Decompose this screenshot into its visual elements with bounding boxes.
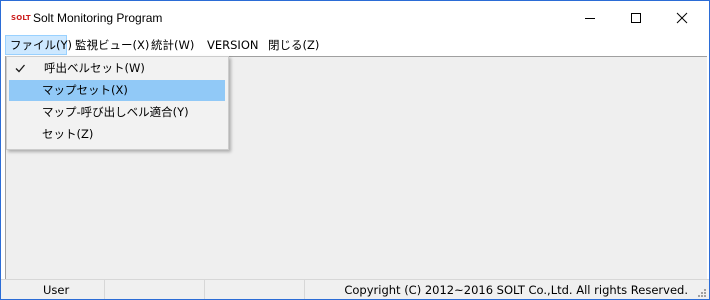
status-copyright: Copyright (C) 2012~2016 SOLT Co.,Ltd. Al… <box>344 283 688 297</box>
menu-monitor-view[interactable]: 監視ビュー(X) <box>71 35 153 55</box>
menu-item-bell-set[interactable]: 呼出ベルセット(W) <box>9 58 225 79</box>
window-title: Solt Monitoring Program <box>33 11 163 25</box>
menu-statistics[interactable]: 統計(W) <box>147 35 198 55</box>
menu-file[interactable]: ファイル(Y) <box>5 35 72 55</box>
menu-item-set[interactable]: セット(Z) <box>9 124 225 145</box>
menu-version[interactable]: VERSION <box>203 35 262 55</box>
menu-bar: ファイル(Y) 監視ビュー(X) 統計(W) VERSION 閉じる(Z) <box>1 35 709 55</box>
main-window: SOLT Solt Monitoring Program ファイル(Y) 監視ビ… <box>0 0 710 300</box>
menu-item-map-bell-match[interactable]: マップ-呼び出しベル適合(Y) <box>9 102 225 123</box>
menu-close[interactable]: 閉じる(Z) <box>264 35 323 55</box>
minimize-button[interactable] <box>567 1 613 34</box>
close-button[interactable] <box>659 1 705 34</box>
status-panel-user: User <box>1 280 105 299</box>
minimize-icon <box>585 17 595 19</box>
maximize-button[interactable] <box>613 1 659 34</box>
status-panel <box>105 280 205 299</box>
menu-item-label: マップ-呼び出しベル適合(Y) <box>42 105 189 119</box>
menu-item-label: セット(Z) <box>42 127 94 141</box>
status-user: User <box>43 283 70 297</box>
status-bar: User Copyright (C) 2012~2016 SOLT Co.,Lt… <box>1 279 709 299</box>
resize-grip-icon[interactable] <box>697 288 707 298</box>
check-icon <box>15 64 25 73</box>
menu-item-label: 呼出ベルセット(W) <box>44 61 145 75</box>
status-panel <box>205 280 305 299</box>
maximize-icon <box>631 12 641 23</box>
app-logo: SOLT <box>11 14 31 22</box>
menu-item-map-set[interactable]: マップセット(X) <box>9 80 225 101</box>
file-menu-dropdown: 呼出ベルセット(W) マップセット(X) マップ-呼び出しベル適合(Y) セット… <box>6 56 229 150</box>
title-bar[interactable]: SOLT Solt Monitoring Program <box>1 1 709 34</box>
close-icon <box>676 12 688 23</box>
menu-item-label: マップセット(X) <box>42 83 128 97</box>
